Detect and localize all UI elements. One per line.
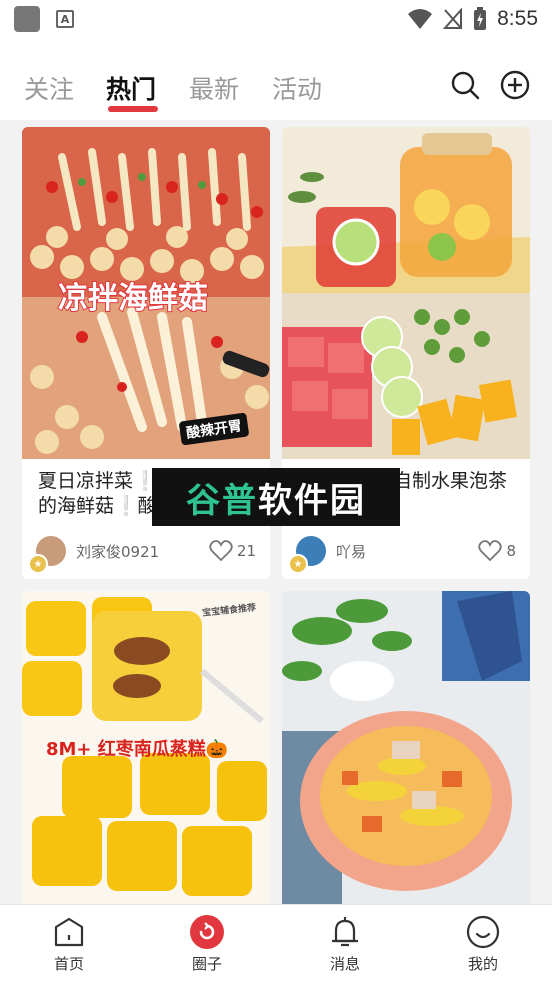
heart-icon [478,540,503,562]
post-meta: ★ 吖易 8 [282,525,530,577]
post-image [282,127,530,459]
author-name[interactable]: 吖易 [336,541,366,562]
like-button[interactable]: 8 [478,540,516,562]
watermark-logo: 谷普 软件园 [152,468,400,526]
heart-icon [209,540,233,562]
nav-circle[interactable]: 圈子 [138,905,276,983]
like-button[interactable]: 21 [209,540,256,562]
corn-soup-image [282,591,530,904]
circle-icon [190,915,224,949]
battery-charging-icon [474,7,487,30]
watermark-part1: 谷普 [186,480,258,521]
tab-hot[interactable]: 热门 [106,70,156,106]
top-header: 关注 热门 最新 活动 [0,38,552,120]
no-signal-icon [443,8,463,29]
like-count: 21 [236,542,256,560]
bottom-nav: 首页 圈子 消息 我的 [0,904,552,983]
nav-circle-label: 圈子 [191,955,222,973]
tab-latest[interactable]: 最新 [189,70,239,106]
tab-activity[interactable]: 活动 [272,70,322,106]
smile-icon [466,915,500,949]
status-bar: A 8:55 [0,0,552,38]
status-time: 8:55 [497,7,538,30]
star-badge-icon: ★ [28,554,48,574]
post-card[interactable]: 宝宝辅食推荐 8M+ 红枣南瓜蒸糕🎃 [22,591,270,904]
active-tab-indicator [108,106,158,112]
wifi-icon [408,9,433,29]
post-card[interactable] [282,591,530,904]
a-icon: A [56,10,74,28]
bell-icon [332,917,358,947]
nav-messages-label: 消息 [329,955,360,973]
nav-profile[interactable]: 我的 [414,905,552,983]
avatar[interactable]: ★ [288,536,326,574]
post-meta: ★ 刘家俊0921 21 [22,525,270,577]
home-icon [54,917,84,947]
watermark-part2: 软件园 [258,480,366,521]
author-name[interactable]: 刘家俊0921 [76,541,159,562]
post-image [282,591,530,904]
like-count: 8 [506,542,516,560]
search-icon[interactable] [450,70,480,100]
nav-home[interactable]: 首页 [0,905,138,983]
post-image: 宝宝辅食推荐 8M+ 红枣南瓜蒸糕🎃 [22,591,270,904]
fruit-tea-image [282,127,530,459]
star-badge-icon: ★ [288,554,308,574]
avatar[interactable]: ★ [28,536,66,574]
tab-follow[interactable]: 关注 [24,70,74,106]
add-icon[interactable] [500,70,530,100]
app-icon [14,6,40,32]
nav-profile-label: 我的 [467,955,498,973]
image-overlay-title: 8M+ 红枣南瓜蒸糕🎃 [46,739,229,760]
nav-messages[interactable]: 消息 [276,905,414,983]
image-overlay-title: 凉拌海鲜菇 [57,280,209,317]
nav-home-label: 首页 [53,955,84,973]
post-image: 凉拌海鲜菇 酸辣开胃 [22,127,270,459]
